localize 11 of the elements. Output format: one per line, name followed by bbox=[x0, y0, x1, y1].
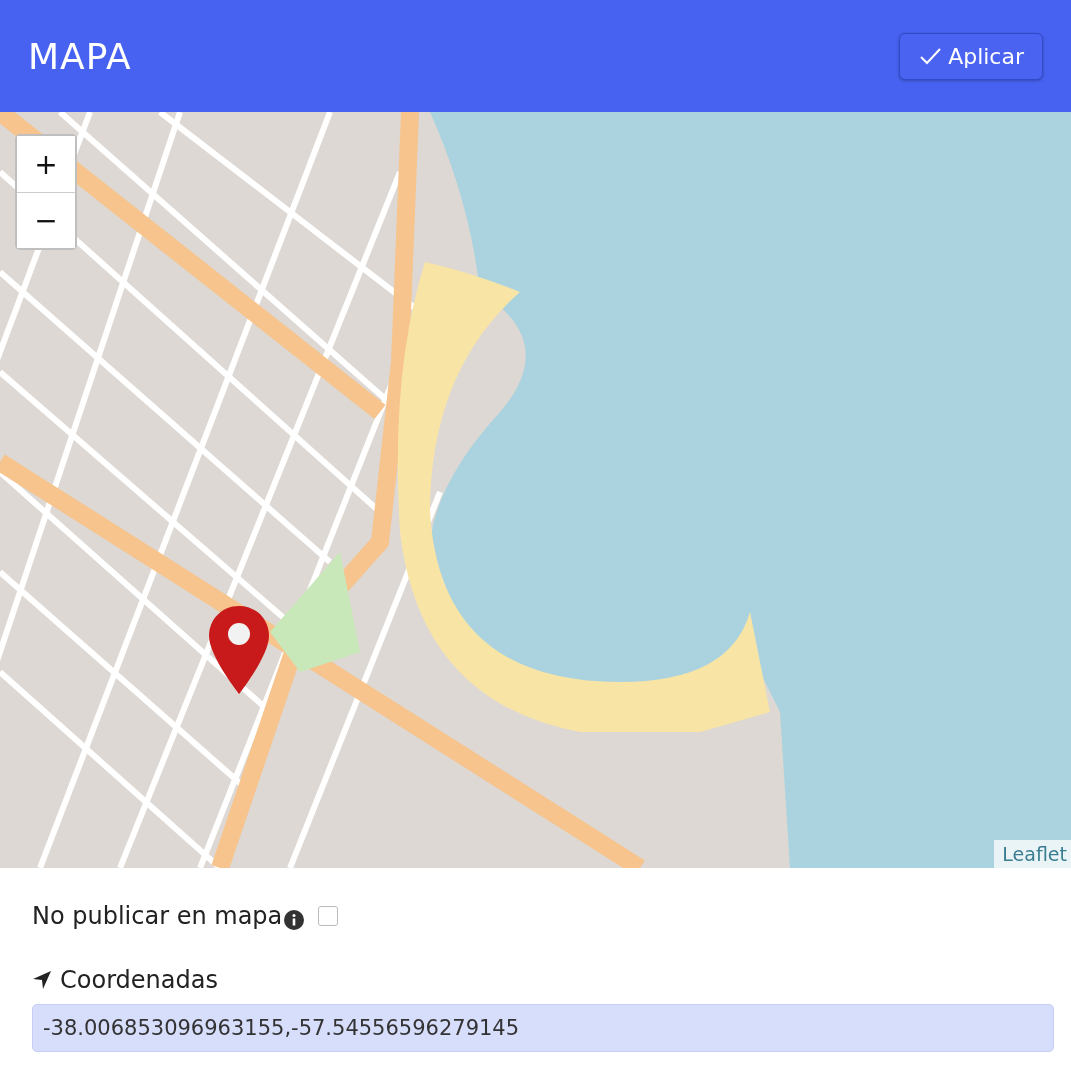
leaflet-link[interactable]: Leaflet bbox=[994, 840, 1071, 868]
info-icon bbox=[284, 910, 305, 930]
no-publish-checkbox[interactable] bbox=[318, 906, 339, 926]
no-publish-label: No publicar en mapa bbox=[32, 902, 283, 930]
coordinates-field[interactable]: -38.006853096963155,-57.54556596279145 bbox=[32, 1004, 1054, 1052]
page-title: MAPA bbox=[28, 35, 132, 77]
location-arrow-icon bbox=[32, 970, 52, 990]
coordinates-label: Coordenadas bbox=[60, 966, 218, 994]
zoom-out-button[interactable]: − bbox=[17, 192, 75, 248]
apply-button[interactable]: Aplicar bbox=[899, 32, 1043, 80]
map-pin-icon[interactable] bbox=[207, 604, 271, 696]
